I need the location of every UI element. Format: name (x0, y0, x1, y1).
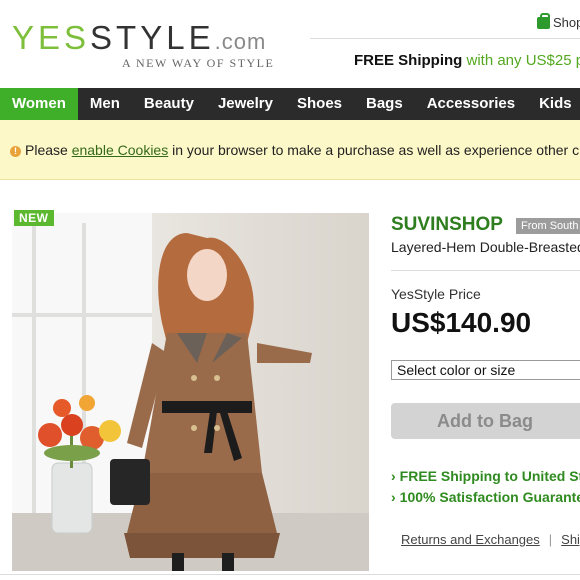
shipping-link[interactable]: Shipp (561, 532, 580, 547)
feature-satisfaction[interactable]: › 100% Satisfaction Guarantee (391, 489, 580, 505)
feature-free-shipping[interactable]: › FREE Shipping to United Sta (391, 468, 580, 484)
footer-divider (0, 574, 580, 575)
add-to-bag-button[interactable]: Add to Bag (391, 403, 580, 439)
header-divider (310, 38, 580, 39)
feature-label: 100% Satisfaction Guarantee (399, 489, 580, 505)
nav-item-men[interactable]: Men (78, 88, 132, 120)
shop-link[interactable]: Shop (537, 13, 580, 30)
cookie-prefix: Please (25, 142, 72, 158)
product-photo (12, 213, 369, 571)
nav-item-accessories[interactable]: Accessories (415, 88, 527, 120)
cookie-suffix: in your browser to make a purchase as we… (168, 142, 580, 158)
cookie-notice-text: ! Please enable Cookies in your browser t… (10, 142, 580, 158)
nav-item-women[interactable]: Women (0, 88, 78, 120)
nav-item-bags[interactable]: Bags (354, 88, 415, 120)
shop-link-label: Shop (553, 15, 580, 30)
nav-item-kids[interactable]: Kids (527, 88, 580, 120)
shipping-promo: FREE Shipping with any US$25 pu (354, 52, 580, 69)
product-image[interactable] (12, 213, 369, 571)
nav-item-shoes[interactable]: Shoes (285, 88, 354, 120)
shipping-promo-strong: FREE Shipping (354, 52, 463, 69)
nav-item-jewelry[interactable]: Jewelry (206, 88, 285, 120)
product-title: Layered-Hem Double-Breasted (391, 239, 580, 255)
nav-item-beauty[interactable]: Beauty (132, 88, 206, 120)
warning-icon: ! (10, 146, 21, 157)
product-price: US$140.90 (391, 307, 532, 338)
chevron-right-icon: › (391, 489, 396, 505)
returns-link[interactable]: Returns and Exchanges (401, 532, 540, 547)
new-badge: NEW (14, 210, 54, 226)
cookie-notice: ! Please enable Cookies in your browser t… (0, 120, 580, 180)
shipping-promo-rest: with any US$25 pu (462, 52, 580, 69)
shopping-bag-icon (537, 13, 550, 29)
divider (391, 270, 580, 271)
enable-cookies-link[interactable]: enable Cookies (72, 142, 169, 158)
logo-wordmark: YESSTYLE.com (12, 19, 267, 56)
logo-tagline: A NEW WAY OF STYLE (122, 56, 275, 70)
yesstyle-logo[interactable]: YESSTYLE.com A NEW WAY OF STYLE (12, 19, 273, 71)
link-separator: | (548, 532, 553, 547)
color-size-select[interactable]: Select color or size (391, 360, 580, 380)
chevron-right-icon: › (391, 468, 396, 484)
policy-links: Returns and Exchanges | Shipp (401, 532, 580, 547)
brand-name[interactable]: SUVINSHOP (391, 214, 503, 236)
origin-badge: From South (516, 218, 580, 234)
category-nav: Women Men Beauty Jewelry Shoes Bags Acce… (0, 88, 580, 120)
site-header: YESSTYLE.com A NEW WAY OF STYLE Shop FRE… (0, 0, 580, 88)
price-label: YesStyle Price (391, 286, 481, 302)
feature-label: FREE Shipping to United Sta (399, 468, 580, 484)
